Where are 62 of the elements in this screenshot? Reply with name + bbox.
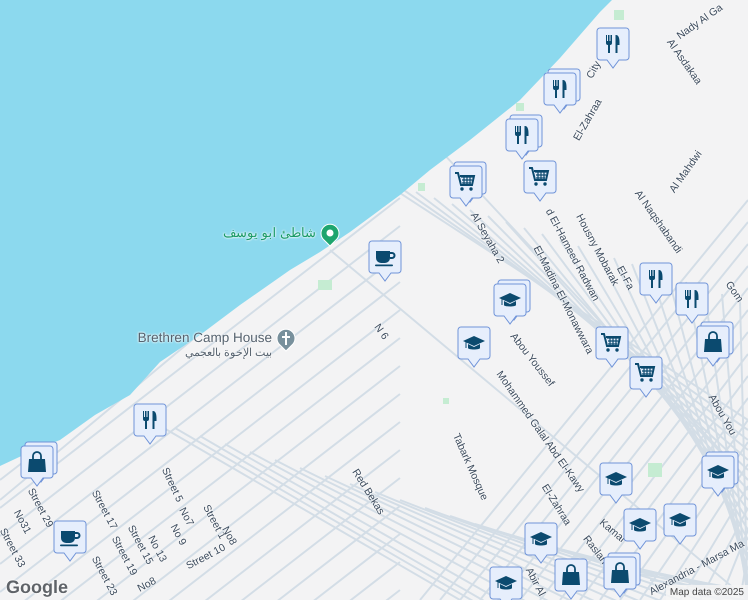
- school-marker[interactable]: [599, 462, 633, 504]
- fork-knife-icon: [553, 80, 566, 98]
- shopping-cart-icon: [529, 167, 550, 186]
- fork-knife-icon: [143, 411, 156, 429]
- graduation-cap-icon: [495, 576, 517, 590]
- park-area: [418, 183, 425, 191]
- graduation-cap-icon: [669, 513, 691, 526]
- street-label: Street 17: [89, 488, 119, 532]
- shopping-cart-icon: [635, 363, 656, 382]
- place-pin-icon[interactable]: [320, 223, 340, 247]
- school-marker[interactable]: [663, 503, 697, 545]
- park-area: [648, 463, 662, 477]
- cafe-marker[interactable]: [368, 240, 402, 282]
- school-marker[interactable]: [489, 566, 523, 600]
- shopping-marker[interactable]: [696, 321, 734, 367]
- grocery-marker[interactable]: [523, 160, 557, 202]
- grocery-marker[interactable]: [595, 326, 629, 368]
- place-subtitle: بيت الإخوة بالعجمي: [184, 346, 272, 360]
- shopping-cart-icon: [455, 172, 476, 191]
- park-area: [443, 398, 449, 404]
- school-marker[interactable]: [493, 279, 531, 325]
- restaurant-marker[interactable]: [639, 262, 673, 304]
- graduation-cap-icon: [605, 472, 627, 486]
- fork-knife-icon: [649, 270, 662, 288]
- fork-knife-icon: [606, 35, 620, 53]
- grocery-marker[interactable]: [629, 356, 663, 398]
- shopping-bag-icon: [704, 331, 722, 352]
- place-name[interactable]: Brethren Camp House: [138, 330, 272, 346]
- park-area: [318, 280, 332, 290]
- cafe-marker[interactable]: [53, 520, 87, 562]
- street-label: Abir Al: [523, 566, 547, 598]
- shopping-marker[interactable]: [20, 441, 58, 487]
- grocery-marker[interactable]: [449, 161, 487, 207]
- school-marker[interactable]: [623, 508, 657, 550]
- shopping-bag-icon: [562, 564, 580, 585]
- school-marker[interactable]: [701, 451, 739, 497]
- fork-knife-icon: [515, 126, 528, 144]
- park-area: [614, 10, 624, 20]
- shopping-marker[interactable]: [603, 552, 641, 598]
- shopping-cart-icon: [601, 333, 622, 352]
- graduation-cap-icon: [499, 293, 521, 306]
- park-area: [516, 103, 524, 111]
- shopping-bag-icon: [611, 562, 629, 583]
- restaurant-marker[interactable]: [505, 114, 543, 160]
- street-label: City: [585, 60, 603, 80]
- fork-knife-icon: [685, 290, 698, 308]
- graduation-cap-icon: [530, 532, 552, 546]
- shopping-bag-icon: [28, 451, 46, 472]
- graduation-cap-icon: [707, 465, 729, 478]
- street-label: N 6: [372, 322, 390, 342]
- cross-pin-icon[interactable]: [276, 328, 296, 352]
- street-label: No8: [136, 576, 158, 594]
- graduation-cap-icon: [463, 336, 485, 350]
- restaurant-marker[interactable]: [133, 403, 167, 445]
- coffee-cup-icon: [375, 251, 396, 266]
- street-label: Street 23: [89, 554, 119, 598]
- graduation-cap-icon: [629, 518, 651, 532]
- school-marker[interactable]: [457, 326, 491, 368]
- restaurant-marker[interactable]: [675, 282, 709, 324]
- coffee-cup-icon: [60, 531, 80, 546]
- logo[interactable]: Google: [6, 577, 68, 598]
- street-label: Street 5: [159, 466, 185, 504]
